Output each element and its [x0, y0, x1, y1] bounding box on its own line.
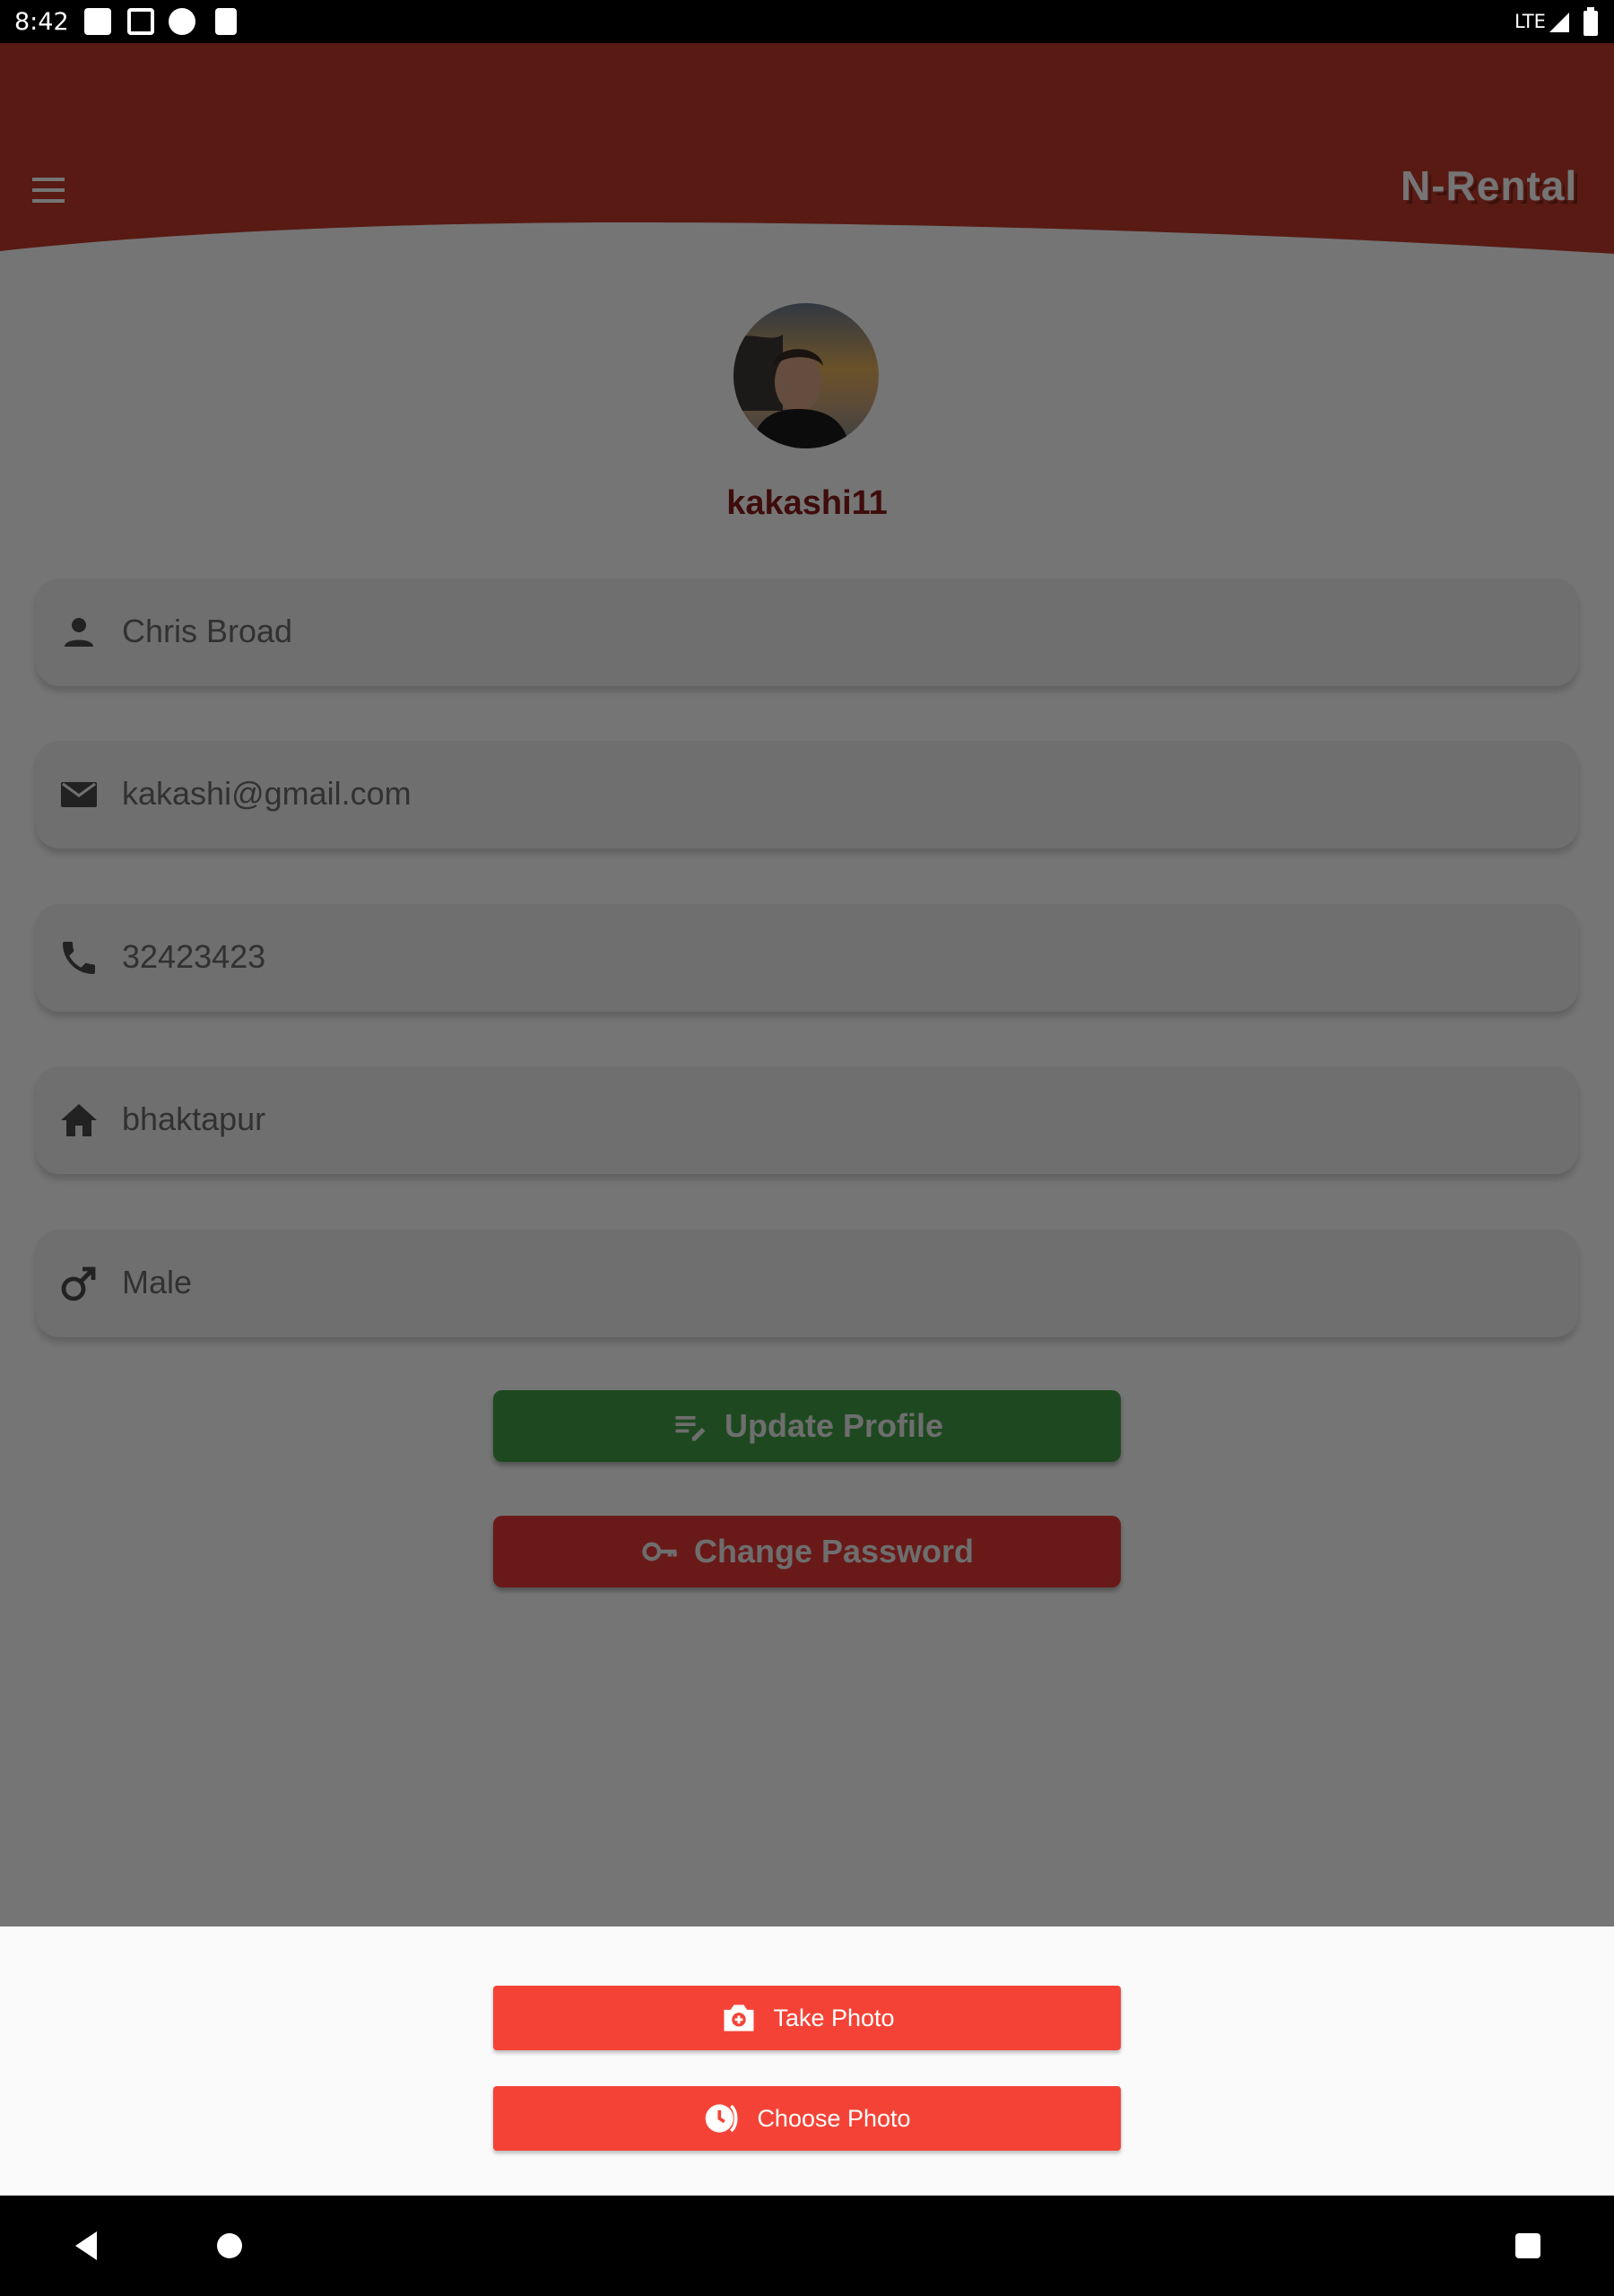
recents-icon[interactable] — [1506, 2224, 1549, 2267]
change-password-label: Change Password — [693, 1533, 975, 1570]
name-field[interactable]: Chris Broad — [36, 578, 1578, 686]
email-field[interactable]: kakashi@gmail.com — [36, 741, 1578, 848]
gender-value: Male — [122, 1264, 193, 1300]
phone-value: 32423423 — [122, 938, 266, 975]
notification-icon — [84, 8, 111, 35]
email-icon — [61, 782, 97, 807]
home-icon — [61, 1104, 97, 1136]
update-profile-button[interactable]: Update Profile — [493, 1390, 1121, 1462]
system-nav-bar — [0, 2196, 1614, 2296]
home-button-icon[interactable] — [208, 2224, 251, 2267]
notification-icon — [169, 8, 195, 35]
username: kakashi11 — [726, 484, 888, 522]
photo-bottom-sheet: Take Photo Choose Photo — [0, 1926, 1614, 2196]
avatar[interactable] — [733, 303, 879, 448]
status-time: 8:42 — [14, 8, 69, 36]
network-label: LTE — [1514, 11, 1546, 32]
choose-photo-label: Choose Photo — [757, 2104, 911, 2132]
change-password-button[interactable]: Change Password — [493, 1516, 1121, 1587]
take-photo-button[interactable]: Take Photo — [493, 1986, 1121, 2050]
signal-icon — [1549, 13, 1569, 32]
choose-photo-button[interactable]: Choose Photo — [493, 2086, 1121, 2151]
photo-library-icon — [706, 2104, 738, 2133]
menu-icon[interactable] — [29, 169, 72, 212]
update-profile-label: Update Profile — [724, 1407, 944, 1444]
notification-icon — [127, 8, 154, 35]
take-photo-label: Take Photo — [773, 2004, 895, 2031]
phone-icon — [63, 942, 95, 974]
address-value: bhaktapur — [122, 1100, 266, 1137]
name-value: Chris Broad — [122, 613, 293, 649]
key-icon — [642, 1542, 677, 1561]
person-icon — [65, 618, 93, 647]
header-banner — [0, 43, 1614, 254]
back-icon[interactable] — [65, 2224, 108, 2267]
camera-icon — [724, 2005, 754, 2031]
status-bar: 8:42 LTE — [0, 0, 1614, 43]
battery-icon — [1584, 7, 1598, 36]
phone-field[interactable]: 32423423 — [36, 904, 1578, 1012]
sd-card-icon — [215, 8, 237, 35]
male-icon — [61, 1266, 96, 1301]
app-logo: N-Rental — [1401, 162, 1578, 209]
edit-note-icon — [675, 1416, 706, 1441]
address-field[interactable]: bhaktapur — [36, 1066, 1578, 1174]
profile-screen: N-Rental kakashi11 Chris Broad kakashi@g… — [0, 43, 1614, 1926]
gender-field[interactable]: Male — [36, 1230, 1578, 1337]
email-value: kakashi@gmail.com — [122, 775, 412, 812]
